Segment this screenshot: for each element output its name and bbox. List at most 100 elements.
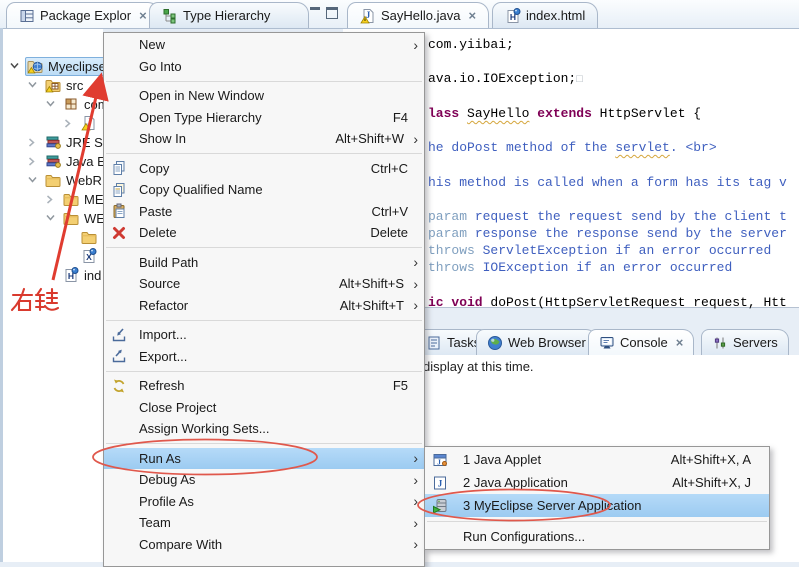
menu-item-build-path[interactable]: Build Path› <box>104 252 424 274</box>
menu-separator <box>425 517 769 525</box>
tab-sayhello-java[interactable]: J SayHello.java × <box>347 2 489 28</box>
tree-item-jre-library[interactable]: JRE Sy <box>3 133 103 152</box>
menu-item-paste[interactable]: PasteCtrl+V <box>104 201 424 223</box>
tree-item-lib-folder[interactable] <box>3 228 103 247</box>
html-file-icon: H <box>505 8 521 24</box>
menu-item-copy-qualified-name[interactable]: Copy Qualified Name <box>104 179 424 201</box>
menu-item-show-in[interactable]: Show InAlt+Shift+W› <box>104 128 424 150</box>
folder-icon <box>63 191 79 207</box>
code-line: ic void doPost(HttpServletRequest reques… <box>428 295 787 311</box>
submenu-arrow-icon: › <box>413 134 418 144</box>
menu-item-team[interactable]: Team› <box>104 512 424 534</box>
copy-icon <box>111 160 127 176</box>
chevron-expanded-icon[interactable] <box>27 175 38 184</box>
tab-web-browser[interactable]: Web Browser <box>476 329 597 355</box>
project-icon <box>27 58 43 74</box>
copy-qualified-name-icon <box>111 182 127 198</box>
folder-icon <box>63 210 79 226</box>
tab-servers[interactable]: Servers <box>701 329 789 355</box>
submenu-arrow-icon: › <box>413 539 418 549</box>
tree-item-label: src <box>66 78 83 93</box>
menu-item-go-into[interactable]: Go Into <box>104 56 424 78</box>
web-browser-icon <box>487 335 503 351</box>
html-file-icon: H <box>63 267 79 283</box>
tree-item-label: ind <box>84 268 101 283</box>
tree-item-meta-inf[interactable]: ME <box>3 190 103 209</box>
xml-file-icon: X <box>81 248 97 264</box>
tree-item-src[interactable]: src <box>3 76 103 95</box>
menu-item-profile-as[interactable]: Profile As› <box>104 491 424 513</box>
menu-item-delete[interactable]: DeleteDelete <box>104 222 424 244</box>
minimize-view-button[interactable] <box>306 4 323 21</box>
tab-package-explorer[interactable]: Package Explor × <box>6 2 160 28</box>
menu-item-run-as[interactable]: Run As› <box>104 448 424 470</box>
tab-console[interactable]: Console × <box>588 329 694 355</box>
tab-label: Type Hierarchy <box>183 8 270 23</box>
import-icon <box>111 327 127 343</box>
submenu-arrow-icon: › <box>413 279 418 289</box>
code-line: his method is called when a form has its… <box>428 175 787 191</box>
menu-separator <box>104 367 424 375</box>
tree-item-label: WE <box>84 211 103 226</box>
tree-item-label: WebR <box>66 173 102 188</box>
refresh-icon <box>111 378 127 394</box>
type-hierarchy-icon <box>162 8 178 24</box>
tree-item-webroot[interactable]: WebR <box>3 171 103 190</box>
chevron-collapsed-icon[interactable] <box>27 156 36 167</box>
run-as-submenu: J 1 Java AppletAlt+Shift+X, A J 2 Java A… <box>424 446 770 550</box>
menu-item-open-in-new-window[interactable]: Open in New Window <box>104 85 424 107</box>
svg-text:J: J <box>87 117 92 127</box>
tree-item-web-inf[interactable]: WE <box>3 209 103 228</box>
submenu-item-java-applet[interactable]: J 1 Java AppletAlt+Shift+X, A <box>425 448 769 471</box>
menu-item-assign-working-sets[interactable]: Assign Working Sets... <box>104 418 424 440</box>
tab-index-html[interactable]: H index.html <box>492 2 598 28</box>
tab-type-hierarchy[interactable]: Type Hierarchy <box>149 2 309 28</box>
close-icon[interactable]: × <box>676 335 684 350</box>
tree-item-label: JRE Sy <box>66 135 103 150</box>
tree-item-index[interactable]: H ind <box>3 266 103 285</box>
chevron-collapsed-icon[interactable] <box>27 137 36 148</box>
menu-item-new[interactable]: New› <box>104 34 424 56</box>
menu-item-export[interactable]: Export... <box>104 346 424 368</box>
menu-item-open-type-hierarchy[interactable]: Open Type HierarchyF4 <box>104 107 424 129</box>
package-icon <box>63 96 79 112</box>
submenu-item-run-configurations[interactable]: Run Configurations... <box>425 525 769 548</box>
menu-item-close-project[interactable]: Close Project <box>104 397 424 419</box>
java-applet-icon: J <box>432 452 448 468</box>
close-icon[interactable]: × <box>139 8 147 23</box>
top-tab-strip: Package Explor × Type Hierarchy J SayHel… <box>0 0 799 29</box>
code-line: com.yiibai; <box>428 37 514 53</box>
menu-item-compare-with[interactable]: Compare With› <box>104 534 424 556</box>
chevron-collapsed-icon[interactable] <box>45 194 54 205</box>
tree-item-javaee-library[interactable]: Java E <box>3 152 103 171</box>
menu-item-source[interactable]: SourceAlt+Shift+S› <box>104 273 424 295</box>
tab-label: Web Browser <box>508 335 586 350</box>
package-explorer-tree[interactable]: Myeclipse src com J JRE Sy Java E <box>3 29 103 562</box>
submenu-item-myeclipse-server-application[interactable]: 3 MyEclipse Server Application <box>425 494 769 517</box>
menu-item-copy[interactable]: CopyCtrl+C <box>104 158 424 180</box>
maximize-view-button[interactable] <box>323 4 340 21</box>
submenu-arrow-icon: › <box>413 40 418 50</box>
tree-item-project[interactable]: Myeclipse <box>3 57 103 76</box>
menu-item-refactor[interactable]: RefactorAlt+Shift+T› <box>104 295 424 317</box>
menu-item-import[interactable]: Import... <box>104 324 424 346</box>
submenu-item-java-application[interactable]: J 2 Java ApplicationAlt+Shift+X, J <box>425 471 769 494</box>
submenu-arrow-icon: › <box>413 518 418 528</box>
chevron-collapsed-icon[interactable] <box>63 118 72 129</box>
chevron-expanded-icon[interactable] <box>9 61 20 70</box>
tree-item-label: ME <box>84 192 103 207</box>
submenu-arrow-icon: › <box>413 453 418 463</box>
tree-item-package[interactable]: com <box>3 95 103 114</box>
chevron-expanded-icon[interactable] <box>27 80 38 89</box>
tree-item-java-file[interactable]: J <box>3 114 103 133</box>
tree-item-web-xml[interactable]: X <box>3 247 103 266</box>
chevron-expanded-icon[interactable] <box>45 213 56 222</box>
menu-item-debug-as[interactable]: Debug As› <box>104 469 424 491</box>
chevron-expanded-icon[interactable] <box>45 99 56 108</box>
servers-icon <box>712 335 728 351</box>
tree-item-label: com <box>84 97 103 112</box>
close-icon[interactable]: × <box>469 8 477 23</box>
tab-label: Console <box>620 335 668 350</box>
menu-item-refresh[interactable]: RefreshF5 <box>104 375 424 397</box>
tab-label: Servers <box>733 335 778 350</box>
